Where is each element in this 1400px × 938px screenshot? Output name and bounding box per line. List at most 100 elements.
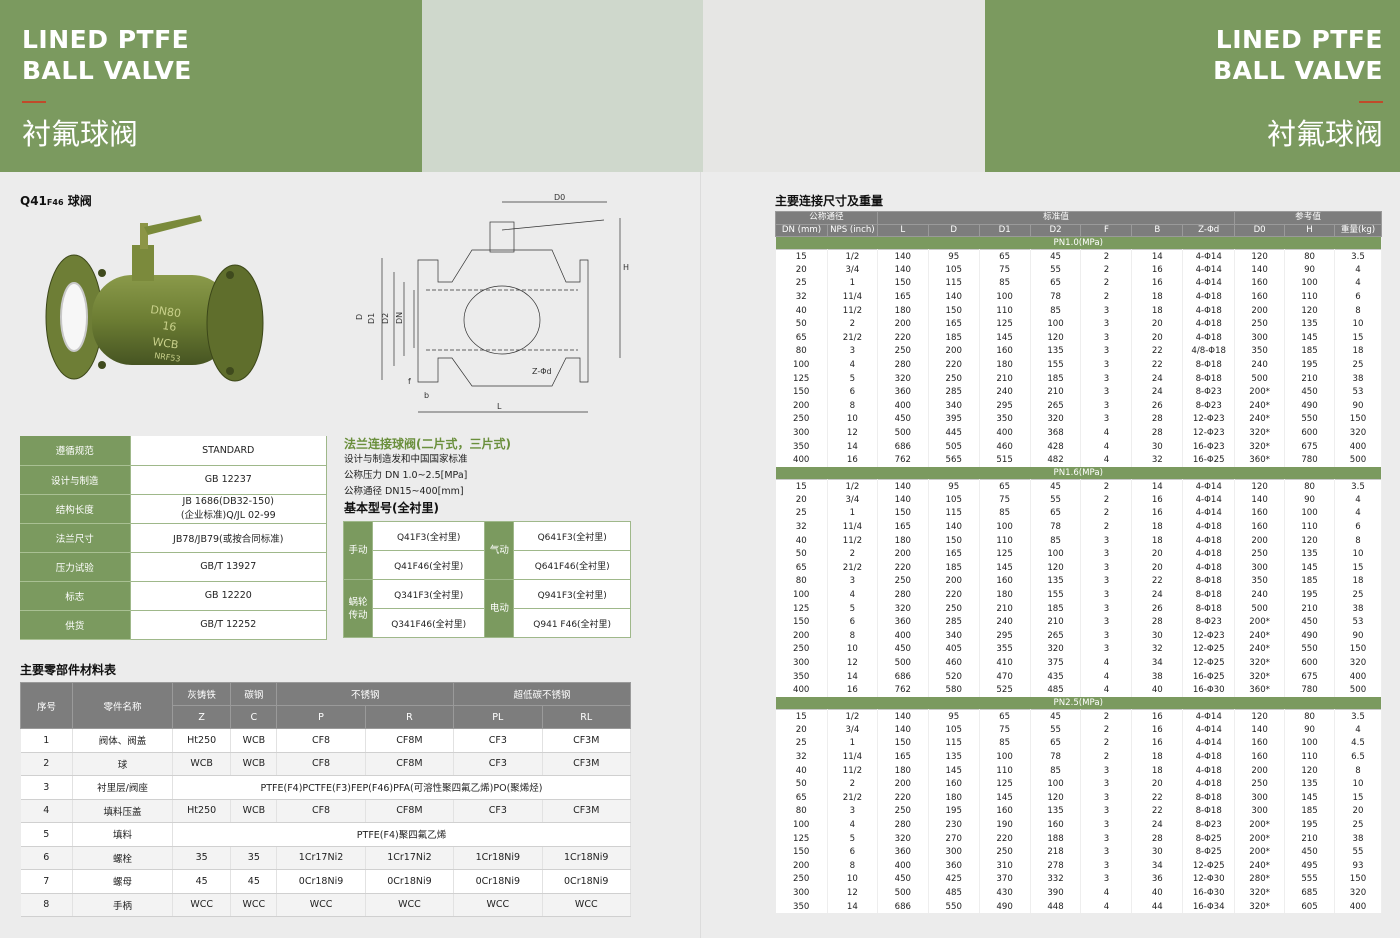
dim-cell: 500 bbox=[1334, 453, 1383, 467]
dim-cell: 38 bbox=[1131, 669, 1184, 684]
dim-cell: 210 bbox=[1030, 385, 1082, 400]
table-row: 200 8 400 360 310 278 3 34 12-Φ25 240* 495 93 bbox=[775, 859, 1383, 873]
pressure-group-label: PN1.6(MPa) bbox=[775, 467, 1382, 480]
table-row: 40 11/2 180 145 110 85 3 18 4-Φ18 200 120 8 bbox=[775, 763, 1383, 778]
table-row: 300 12 500 485 430 390 4 40 16-Φ30 320* 685 320 bbox=[775, 886, 1383, 900]
dim-cell: 95 bbox=[928, 249, 980, 264]
dim-cell: 20 bbox=[1131, 317, 1184, 332]
dim-cell: 100 bbox=[979, 290, 1031, 304]
dim-cell: 360* bbox=[1234, 453, 1286, 467]
dim-cell: 435 bbox=[1030, 669, 1082, 684]
dim-cell: 38 bbox=[1334, 831, 1383, 846]
dim-cell: 200 bbox=[775, 629, 828, 643]
dim-cell: 5 bbox=[827, 601, 878, 616]
dim-cell: 185 bbox=[1284, 574, 1335, 589]
dim-col-header: D bbox=[927, 223, 980, 237]
dim-cell: 150 bbox=[1334, 872, 1383, 887]
mat-sub: PL bbox=[453, 705, 543, 729]
dim-cell: 3 bbox=[1080, 574, 1133, 589]
dim-cell: 4-Φ18 bbox=[1182, 290, 1236, 304]
dim-cell: 550 bbox=[1284, 412, 1335, 427]
dim-cell: 3 bbox=[1080, 561, 1133, 575]
dim-label-f: f bbox=[408, 377, 411, 386]
dim-cell: 16 bbox=[827, 453, 878, 467]
dim-cell: 30 bbox=[1131, 629, 1184, 643]
dim-cell: 340 bbox=[928, 629, 980, 643]
mat-sub: RL bbox=[541, 705, 632, 729]
dim-label-d2: D2 bbox=[381, 313, 390, 324]
dim-cell: 278 bbox=[1030, 859, 1082, 873]
dim-cell: 16 bbox=[1131, 276, 1184, 291]
dim-cell: 115 bbox=[928, 736, 980, 751]
table-row: 25 1 150 115 85 65 2 16 4-Φ14 160 100 4 bbox=[775, 506, 1383, 521]
dim-cell: 185 bbox=[1030, 601, 1082, 616]
dim-cell: 180 bbox=[877, 533, 929, 548]
table-row: 125 5 320 250 210 185 3 26 8-Φ18 500 210 38 bbox=[775, 601, 1383, 616]
mat-cell: CF8M bbox=[365, 752, 455, 776]
dim-cell: 11/4 bbox=[827, 290, 878, 304]
dim-cell: 75 bbox=[979, 493, 1031, 507]
dim-cell: 25 bbox=[1334, 818, 1383, 832]
dim-cell: 22 bbox=[1131, 358, 1184, 372]
dim-cell: 200 bbox=[1234, 303, 1286, 318]
dim-cell: 200* bbox=[1234, 615, 1286, 630]
dim-cell: 605 bbox=[1284, 899, 1335, 914]
dim-cell: 100 bbox=[775, 818, 828, 832]
dim-cell: 550 bbox=[928, 899, 980, 914]
dim-cell: 300 bbox=[928, 845, 980, 860]
dim-cell: 120 bbox=[1284, 763, 1335, 778]
dim-cell: 20 bbox=[775, 493, 828, 507]
dim-cell: 4-Φ14 bbox=[1182, 493, 1236, 507]
dim-cell: 3.5 bbox=[1334, 709, 1383, 724]
dim-cell: 12 bbox=[827, 656, 878, 670]
dim-cell: 3 bbox=[1080, 804, 1133, 819]
dim-cell: 6 bbox=[1334, 290, 1383, 304]
dim-cell: 3 bbox=[1080, 399, 1133, 413]
dim-cell: 18 bbox=[1334, 574, 1383, 589]
dim-cell: 600 bbox=[1284, 656, 1335, 670]
dim-col-header: D1 bbox=[978, 223, 1031, 237]
dim-cell: 14 bbox=[1131, 249, 1184, 264]
mat-header-grey: 灰铸铁 bbox=[171, 682, 232, 706]
dim-cell: 34 bbox=[1131, 656, 1184, 670]
description-line: 公称通径 DN15~400[mm] bbox=[344, 486, 464, 497]
dim-cell: 3 bbox=[1080, 777, 1133, 792]
dim-cell: 210 bbox=[1284, 601, 1335, 616]
mat-cell: 45 bbox=[172, 869, 232, 894]
mat-cell: 1Cr18Ni9 bbox=[542, 846, 632, 870]
dim-cell: 4 bbox=[1334, 723, 1383, 737]
dim-cell: 3 bbox=[1080, 547, 1133, 562]
dim-cell: 135 bbox=[928, 750, 980, 764]
dim-cell: 125 bbox=[775, 601, 828, 616]
dim-cell: 8 bbox=[1334, 303, 1383, 318]
dim-cell: 150 bbox=[1334, 642, 1383, 657]
valve-photo: DN80 16 WCB NRF53 bbox=[45, 215, 264, 382]
dim-cell: 90 bbox=[1334, 629, 1383, 643]
dim-cell: 105 bbox=[928, 723, 980, 737]
mat-cell: 35 bbox=[230, 846, 278, 870]
dim-cell: 140 bbox=[877, 249, 929, 264]
spec-value: GB 12237 bbox=[130, 465, 327, 495]
dim-cell: 460 bbox=[928, 656, 980, 670]
pressure-group-row: PN1.0(MPa) bbox=[775, 236, 1382, 250]
dim-cell: 11/2 bbox=[827, 303, 878, 318]
spec-key: 遵循规范 bbox=[20, 436, 131, 466]
dim-cell: 18 bbox=[1334, 344, 1383, 359]
dim-cell: 16-Φ30 bbox=[1182, 886, 1236, 900]
table-row: 80 3 250 200 160 135 3 22 8-Φ18 350 185 18 bbox=[775, 574, 1383, 589]
mat-cell: 衬里层/阀座 bbox=[72, 775, 173, 800]
mat-cell: 填料压盖 bbox=[72, 799, 173, 823]
dim-cell: 25 bbox=[1334, 358, 1383, 372]
dim-cell: 185 bbox=[1284, 804, 1335, 819]
dim-cell: 15 bbox=[775, 249, 828, 264]
dim-cell: 10 bbox=[1334, 317, 1383, 332]
dim-cell: 14 bbox=[1131, 479, 1184, 494]
dim-cell: 20 bbox=[775, 723, 828, 737]
table-row: 125 5 320 270 220 188 3 28 8-Φ25 200* 210 38 bbox=[775, 831, 1383, 846]
dim-cell: 4-Φ18 bbox=[1182, 777, 1236, 792]
dim-cell: 450 bbox=[877, 412, 929, 427]
dim-cell: 100 bbox=[979, 750, 1031, 764]
mat-cell: CF8M bbox=[365, 799, 455, 823]
dim-cell: 18 bbox=[1131, 303, 1184, 318]
dim-cell: 80 bbox=[1284, 249, 1335, 264]
